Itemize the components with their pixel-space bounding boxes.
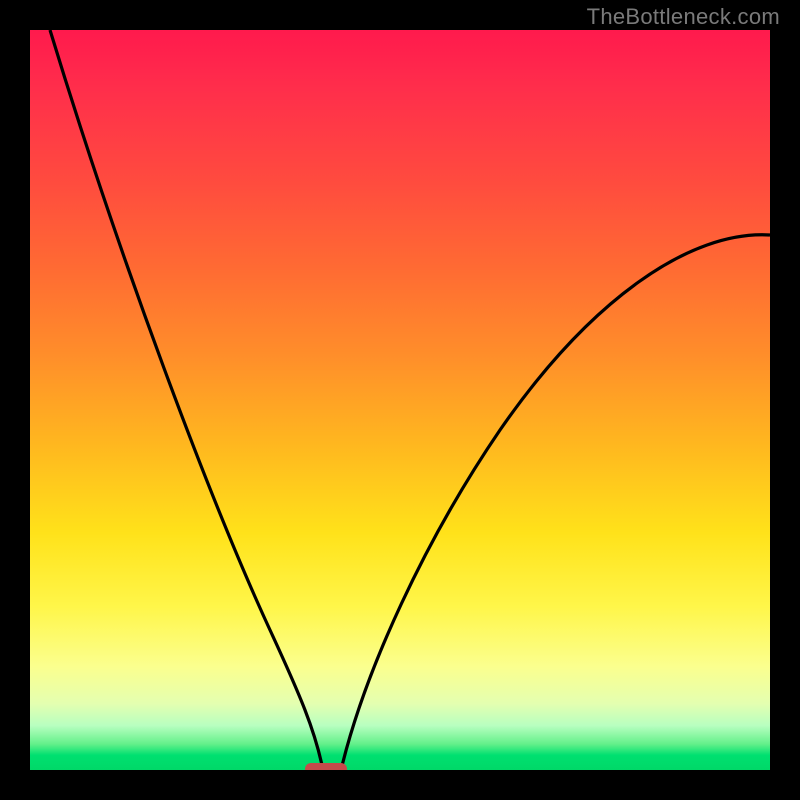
curve-layer xyxy=(30,30,770,770)
bottleneck-marker xyxy=(305,763,347,770)
watermark-text: TheBottleneck.com xyxy=(587,4,780,30)
plot-area xyxy=(30,30,770,770)
right-curve xyxy=(341,235,770,770)
left-curve xyxy=(50,30,323,770)
chart-frame: TheBottleneck.com xyxy=(0,0,800,800)
